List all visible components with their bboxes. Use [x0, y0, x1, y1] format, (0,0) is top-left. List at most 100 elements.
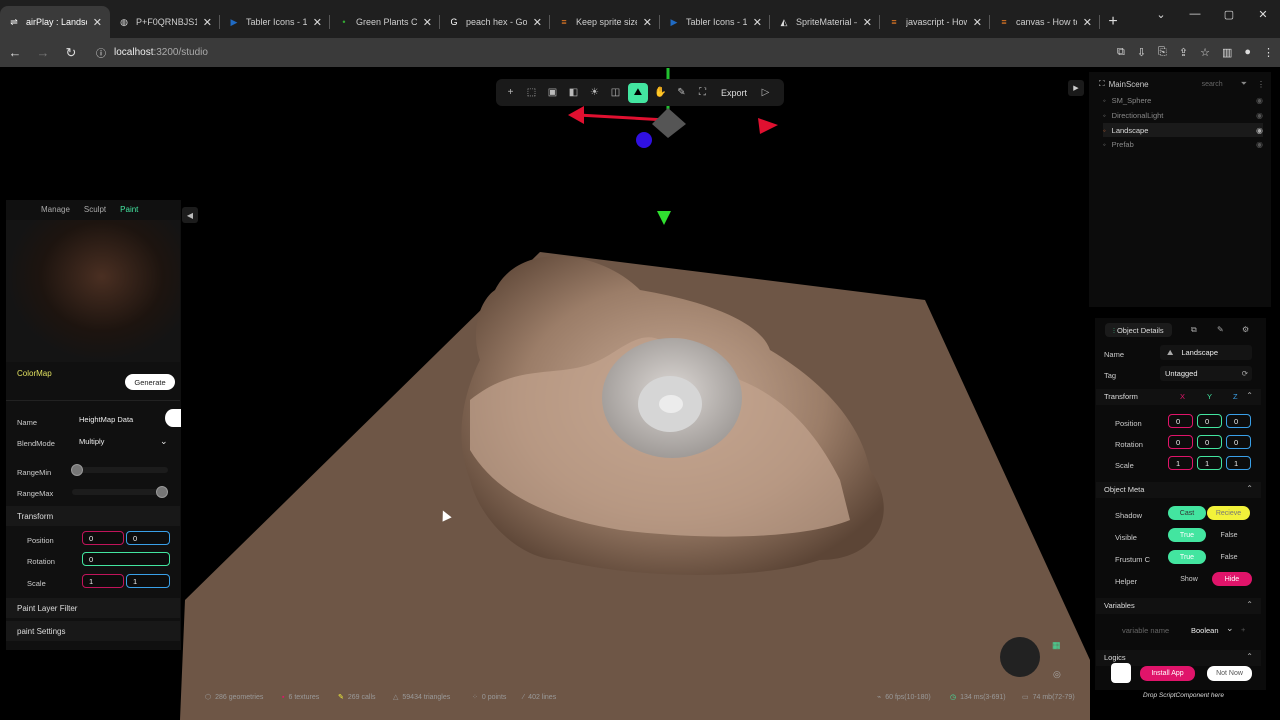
paint-settings-header[interactable]: paint Settings [6, 621, 180, 641]
visible-true-toggle[interactable]: True [1168, 528, 1206, 542]
browser-tab[interactable]: Gpeach hex - Googl... ✕ [440, 6, 550, 38]
paint-layer-filter-header[interactable]: Paint Layer Filter [6, 598, 180, 618]
translate-icon[interactable]: ⎘ [1158, 46, 1167, 59]
rangemin-slider[interactable] [71, 464, 168, 476]
chevron-down-icon[interactable]: ⌄ [160, 436, 168, 447]
bookmark-star-icon[interactable]: ☆ [1200, 46, 1210, 59]
scale-y-field[interactable]: 1 [1197, 456, 1222, 470]
side-panel-icon[interactable]: ▥ [1222, 46, 1232, 59]
position-y-field[interactable]: 0 [1197, 414, 1222, 428]
play-icon[interactable]: ▷ [757, 84, 774, 101]
export-button[interactable]: Export [715, 84, 753, 101]
rangemax-slider[interactable] [72, 486, 168, 498]
hand-icon[interactable]: ✋ [652, 84, 669, 101]
rangemax-knob[interactable] [156, 486, 168, 498]
tab-sculpt[interactable]: Sculpt [84, 205, 106, 220]
browser-tab[interactable]: ≡ javascript - How to... ✕ [880, 6, 990, 38]
variables-header[interactable]: Variables ⌃ [1096, 598, 1261, 614]
scale-y-input[interactable]: 1 [126, 574, 170, 588]
install-app-button[interactable]: Install App [1140, 666, 1195, 681]
transform-section-header[interactable]: Transform [6, 506, 180, 526]
blendmode-select[interactable]: Multiply [79, 437, 104, 446]
refresh-icon[interactable]: ⟳ [1242, 369, 1248, 378]
close-tab-icon[interactable]: ✕ [863, 16, 872, 29]
frustum-false-toggle[interactable]: False [1209, 550, 1249, 564]
chevron-up-icon[interactable]: ⌃ [1246, 652, 1253, 661]
menu-icon[interactable]: ⋮ [1263, 46, 1274, 59]
position-y-input[interactable]: 0 [126, 531, 170, 545]
hierarchy-item-sm-sphere[interactable]: ◦ SM_Sphere ◉ [1103, 96, 1263, 105]
browser-tab[interactable]: ▶ Tabler Icons - 1400 ✕ [660, 6, 770, 38]
browser-tab[interactable]: • Green Plants Colo... ✕ [330, 6, 440, 38]
chevron-up-icon[interactable]: ⌃ [1246, 391, 1253, 400]
eye-icon[interactable]: ◉ [1256, 140, 1263, 149]
position-x-field[interactable]: 0 [1168, 414, 1193, 428]
close-tab-icon[interactable]: ✕ [203, 16, 212, 29]
position-x-input[interactable]: 0 [82, 531, 124, 545]
rotation-z-field[interactable]: 0 [1226, 435, 1251, 449]
site-info-icon[interactable]: ⓘ [96, 45, 106, 60]
select-icon[interactable]: ⬚ [523, 84, 540, 101]
variable-type-select[interactable]: Boolean [1191, 626, 1219, 635]
maximize-button[interactable]: ▢ [1212, 0, 1246, 28]
browser-tab[interactable]: ◍ P+F0QRNBJS13IxA... ✕ [110, 6, 220, 38]
receive-shadow-toggle[interactable]: Recieve [1207, 506, 1250, 520]
visible-false-toggle[interactable]: False [1209, 528, 1249, 542]
landscape-tool-icon[interactable]: ⛰ [628, 82, 648, 103]
eye-icon[interactable]: ◉ [1256, 126, 1263, 135]
scale-x-input[interactable]: 1 [82, 574, 124, 588]
profile-icon[interactable]: ● [1244, 46, 1251, 59]
magnet-icon[interactable]: ◎ [1053, 669, 1061, 680]
url-field[interactable]: ⓘ localhost:3200/studio [96, 45, 208, 60]
tab-paint[interactable]: Paint [120, 205, 138, 220]
right-panel-toggle[interactable]: ▶ [1068, 80, 1084, 96]
frame-icon[interactable]: ⛶ [694, 84, 711, 101]
more-icon[interactable]: ⋮ [1257, 80, 1265, 89]
hierarchy-item-prefab[interactable]: ◦ Prefab ◉ [1103, 140, 1263, 149]
helper-show-toggle[interactable]: Show [1170, 572, 1208, 586]
layer-name-field[interactable]: HeightMap Data [79, 415, 133, 424]
forward-button[interactable]: → [34, 45, 52, 60]
add-icon[interactable]: + [502, 84, 519, 101]
close-tab-icon[interactable]: ✕ [643, 16, 652, 29]
chevron-up-icon[interactable]: ⌃ [1246, 600, 1253, 609]
eye-icon[interactable]: ◉ [1256, 96, 1263, 105]
close-tab-icon[interactable]: ✕ [753, 16, 762, 29]
hierarchy-search-input[interactable]: search [1202, 81, 1223, 88]
add-variable-icon[interactable]: + [1241, 625, 1245, 634]
rotation-x-field[interactable]: 0 [1168, 435, 1193, 449]
grid-icon[interactable]: ▦ [1052, 640, 1061, 651]
not-now-button[interactable]: Not Now [1207, 666, 1252, 681]
close-tab-icon[interactable]: ✕ [313, 16, 322, 29]
layer-color-swatch[interactable] [165, 409, 181, 427]
scene-root-label[interactable]: MainScene [1109, 80, 1149, 89]
rotation-input[interactable]: 0 [82, 552, 170, 566]
browser-tab[interactable]: ▶ Tabler Icons - 1400 ✕ [220, 6, 330, 38]
close-tab-icon[interactable]: ✕ [423, 16, 432, 29]
rangemin-knob[interactable] [71, 464, 83, 476]
browser-tab[interactable]: ◭ SpriteMaterial – th... ✕ [770, 6, 880, 38]
brush-icon[interactable]: ✎ [1217, 325, 1224, 334]
hierarchy-item-landscape[interactable]: ◦ Landscape ◉ [1103, 123, 1263, 137]
camera-icon[interactable]: ▣ [544, 84, 561, 101]
collapse-panel-button[interactable]: ◀ [182, 207, 198, 223]
reload-button[interactable]: ↻ [62, 45, 80, 61]
scale-x-field[interactable]: 1 [1168, 456, 1193, 470]
close-tab-icon[interactable]: ✕ [973, 16, 982, 29]
close-window-button[interactable]: ✕ [1246, 0, 1280, 28]
new-tab-button[interactable]: + [1100, 6, 1126, 38]
browser-tab[interactable]: ≡ canvas - How to ge... ✕ [990, 6, 1100, 38]
tag-select[interactable]: Untagged ⟳ [1160, 366, 1252, 381]
scale-z-field[interactable]: 1 [1226, 456, 1251, 470]
object-meta-header[interactable]: Object Meta ⌃ [1096, 482, 1261, 498]
open-in-app-icon[interactable]: ⧉ [1117, 46, 1125, 59]
variable-name-input[interactable]: variable name [1122, 626, 1169, 635]
rotation-y-field[interactable]: 0 [1197, 435, 1222, 449]
settings-icon[interactable]: ⚙ [1242, 325, 1249, 334]
frustum-true-toggle[interactable]: True [1168, 550, 1206, 564]
tab-search-icon[interactable]: ⌄ [1144, 0, 1178, 28]
object-name-field[interactable]: ⛰ Landscape [1160, 345, 1252, 360]
light-bulb-icon[interactable]: ☀ [586, 84, 603, 101]
chevron-up-icon[interactable]: ⌃ [1246, 484, 1253, 493]
share-icon[interactable]: ⇪ [1179, 46, 1188, 59]
